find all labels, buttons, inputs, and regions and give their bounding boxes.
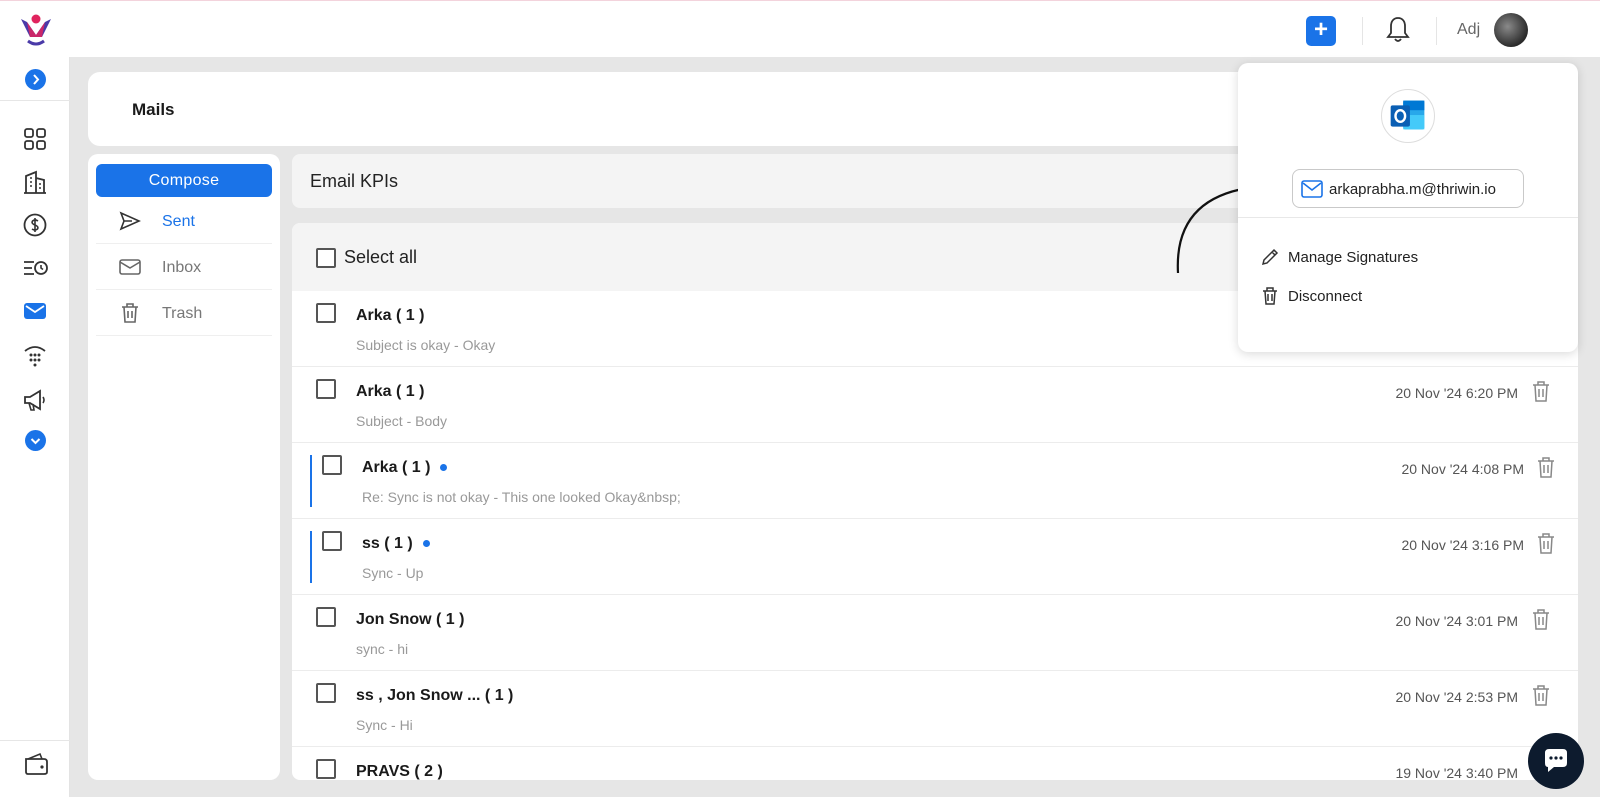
trash-icon: [122, 303, 138, 323]
divider: [1238, 217, 1578, 218]
row-checkbox[interactable]: [322, 531, 342, 551]
select-all-checkbox[interactable]: [316, 248, 336, 268]
notification-bell-icon[interactable]: [1384, 14, 1412, 44]
date: 20 Nov '24 2:53 PM: [1395, 689, 1518, 705]
sender: ss ( 1 ): [362, 535, 430, 553]
account-dropdown: arkaprabha.m@thriwin.io Manage Signature…: [1238, 63, 1578, 352]
sender: Arka ( 1 ): [356, 307, 425, 324]
folder-label: Inbox: [162, 259, 202, 276]
chat-bubble-icon: [1545, 749, 1567, 772]
table-row[interactable]: Arka ( 1 ) Re: Sync is not okay - This o…: [292, 443, 1578, 519]
row-checkbox[interactable]: [316, 379, 336, 399]
delete-icon[interactable]: [1535, 532, 1557, 556]
add-button[interactable]: +: [1306, 16, 1336, 46]
date: 20 Nov '24 6:20 PM: [1395, 385, 1518, 401]
divider: [1436, 17, 1437, 45]
delete-icon[interactable]: [1530, 684, 1552, 708]
avatar[interactable]: [1494, 13, 1528, 47]
mail-icon: [1301, 180, 1323, 198]
divider: [0, 100, 70, 101]
date: 20 Nov '24 3:16 PM: [1401, 537, 1524, 553]
trash-icon: [1263, 287, 1277, 305]
date: 20 Nov '24 4:08 PM: [1401, 461, 1524, 477]
delete-icon[interactable]: [1530, 608, 1552, 632]
row-checkbox[interactable]: [316, 303, 336, 323]
unread-dot: [422, 540, 430, 548]
compose-button[interactable]: Compose: [96, 164, 272, 197]
table-row[interactable]: Jon Snow ( 1 ) sync - hi 20 Nov '24 3:01…: [292, 595, 1578, 671]
folder-trash[interactable]: Trash: [96, 290, 272, 336]
snippet: Sync - Hi: [356, 717, 413, 733]
chevron-right-icon: [33, 74, 40, 85]
pencil-icon: [1261, 248, 1279, 266]
folder-label: Sent: [162, 213, 195, 230]
sender: Jon Snow ( 1 ): [356, 611, 465, 628]
dashboard-icon[interactable]: [21, 125, 49, 153]
table-row[interactable]: PRAVS ( 2 ) 19 Nov '24 3:40 PM: [292, 747, 1578, 780]
account-email: arkaprabha.m@thriwin.io: [1329, 181, 1496, 198]
row-checkbox[interactable]: [316, 607, 336, 627]
sender: Arka ( 1 ): [356, 383, 425, 400]
kpi-title: Email KPIs: [310, 171, 399, 191]
manage-signatures-item[interactable]: Manage Signatures: [1260, 245, 1550, 271]
date: 20 Nov '24 3:01 PM: [1395, 613, 1518, 629]
divider: [1362, 17, 1363, 45]
app-logo[interactable]: [18, 13, 54, 49]
snippet: Subject - Body: [356, 413, 448, 429]
building-icon[interactable]: [21, 168, 49, 196]
divider: [0, 740, 70, 741]
table-row[interactable]: ss , Jon Snow ... ( 1 ) Sync - Hi 20 Nov…: [292, 671, 1578, 747]
snippet: Subject is okay - Okay: [356, 337, 496, 353]
top-bar: + Adj: [0, 0, 1600, 57]
chevron-down-icon: [30, 438, 41, 445]
folder-label: Trash: [162, 305, 203, 322]
folder-inbox[interactable]: Inbox: [96, 244, 272, 290]
row-checkbox[interactable]: [316, 683, 336, 703]
expand-nav-button[interactable]: [25, 69, 46, 90]
wallet-icon[interactable]: [22, 750, 50, 778]
snippet: sync - hi: [356, 641, 409, 657]
table-row[interactable]: Arka ( 1 ) Subject - Body 20 Nov '24 6:2…: [292, 367, 1578, 443]
folder-sent[interactable]: Sent: [96, 198, 272, 244]
user-name[interactable]: Adj: [1457, 21, 1480, 39]
sender: Arka ( 1 ): [362, 459, 448, 477]
sender: ss , Jon Snow ... ( 1 ): [356, 687, 514, 704]
date: 19 Nov '24 3:40 PM: [1395, 765, 1518, 780]
connected-account-chip[interactable]: arkaprabha.m@thriwin.io: [1292, 169, 1524, 208]
menu-label: Manage Signatures: [1288, 249, 1419, 266]
more-nav-button[interactable]: [25, 430, 46, 451]
side-nav: [0, 57, 70, 797]
dollar-icon[interactable]: [21, 211, 49, 239]
table-row[interactable]: ss ( 1 ) Sync - Up 20 Nov '24 3:16 PM: [292, 519, 1578, 595]
row-checkbox[interactable]: [322, 455, 342, 475]
delete-icon[interactable]: [1535, 456, 1557, 480]
mail-icon[interactable]: [21, 297, 49, 325]
megaphone-icon[interactable]: [21, 386, 49, 414]
chat-button[interactable]: [1528, 733, 1584, 789]
inbox-icon: [119, 259, 141, 275]
snippet: Sync - Up: [362, 565, 424, 581]
page-title: Mails: [132, 100, 175, 119]
outlook-logo-icon: [1381, 89, 1435, 143]
folder-panel: Compose Sent Inbox Trash: [88, 154, 280, 780]
menu-label: Disconnect: [1288, 288, 1363, 305]
delete-icon[interactable]: [1530, 380, 1552, 404]
snippet: Re: Sync is not okay - This one looked O…: [362, 489, 681, 505]
send-icon: [119, 211, 141, 231]
activity-list-icon[interactable]: [21, 254, 49, 282]
row-checkbox[interactable]: [316, 759, 336, 779]
phone-dial-icon[interactable]: [21, 341, 49, 369]
unread-dot: [440, 464, 448, 472]
disconnect-item[interactable]: Disconnect: [1260, 284, 1550, 310]
select-all-label: Select all: [344, 247, 418, 267]
sender: PRAVS ( 2 ): [356, 763, 443, 780]
